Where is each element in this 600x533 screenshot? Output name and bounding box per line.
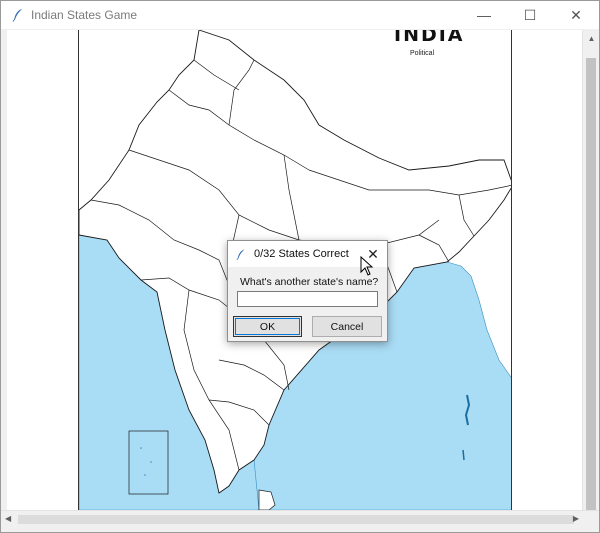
scroll-up-icon[interactable]: ▲ bbox=[583, 30, 600, 47]
window-title: Indian States Game bbox=[31, 8, 138, 22]
mouse-cursor-icon bbox=[360, 256, 374, 276]
horizontal-scroll-thumb[interactable] bbox=[18, 515, 574, 524]
window-titlebar[interactable]: Indian States Game — ☐ ✕ bbox=[1, 1, 599, 29]
map-title: INDIA bbox=[394, 30, 465, 46]
close-window-button[interactable]: ✕ bbox=[553, 1, 599, 29]
horizontal-scrollbar[interactable]: ◀ ▶ bbox=[1, 510, 599, 527]
dialog-prompt: What's another state's name? bbox=[240, 276, 379, 288]
maximize-button[interactable]: ☐ bbox=[507, 1, 553, 29]
vertical-scrollbar[interactable]: ▲ bbox=[582, 30, 599, 510]
maximize-icon: ☐ bbox=[523, 6, 537, 23]
state-name-input[interactable] bbox=[237, 291, 378, 307]
feather-icon bbox=[9, 6, 27, 24]
dialog-title: 0/32 States Correct bbox=[254, 248, 349, 260]
scroll-right-icon[interactable]: ▶ bbox=[573, 514, 579, 523]
window-controls: — ☐ ✕ bbox=[461, 1, 599, 29]
vertical-scroll-thumb[interactable] bbox=[586, 58, 596, 510]
ok-button[interactable]: OK bbox=[233, 316, 302, 337]
minimize-icon: — bbox=[477, 7, 491, 23]
minimize-button[interactable]: — bbox=[461, 1, 507, 29]
scroll-left-icon[interactable]: ◀ bbox=[5, 514, 11, 523]
close-icon: ✕ bbox=[570, 6, 582, 23]
map-subtitle: Political bbox=[410, 50, 435, 57]
feather-icon bbox=[236, 247, 250, 261]
cancel-button[interactable]: Cancel bbox=[312, 316, 382, 337]
